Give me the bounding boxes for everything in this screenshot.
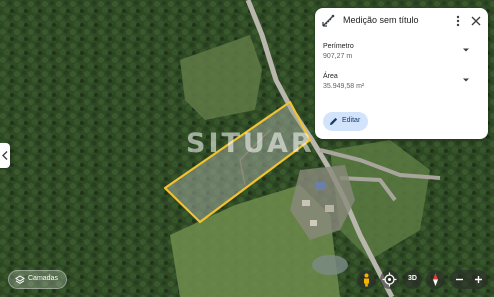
zoom-in-icon[interactable] (473, 274, 484, 285)
chevron-left-icon (2, 151, 8, 160)
edit-button[interactable]: Editar (323, 112, 368, 131)
layers-button[interactable]: Camadas (8, 270, 67, 289)
zoom-controls (450, 270, 488, 289)
panel-header: Medição sem título (315, 8, 488, 34)
edit-label: Editar (342, 117, 361, 124)
more-options-icon[interactable] (453, 13, 463, 29)
view-3d-label: 3D (408, 275, 417, 282)
close-icon[interactable] (469, 14, 483, 28)
expand-perimeter-icon[interactable] (462, 46, 470, 54)
compass-icon (433, 273, 438, 286)
zoom-out-icon[interactable] (454, 274, 465, 285)
recenter-icon (382, 272, 397, 287)
perimeter-label: Perímetro (323, 43, 354, 50)
measurement-panel: Medição sem título Perímetro 907,27 m Ár… (315, 8, 488, 139)
building (310, 220, 317, 226)
perimeter-value: 907,27 m (323, 53, 353, 60)
measure-ruler-icon (322, 14, 335, 27)
expand-area-icon[interactable] (462, 76, 470, 84)
pencil-icon (330, 117, 338, 125)
area-label: Área (323, 73, 338, 80)
recenter-button[interactable] (380, 270, 399, 289)
layers-icon (15, 275, 25, 284)
pond (312, 255, 348, 275)
street-view-button[interactable] (357, 270, 376, 289)
area-value: 35.949,58 m² (323, 83, 365, 90)
building (302, 200, 310, 206)
watermark-text: SITUAR (186, 128, 315, 159)
panel-title: Medição sem título (343, 15, 419, 25)
building (315, 182, 325, 190)
pegman-icon (364, 273, 369, 287)
compass-button[interactable] (426, 270, 445, 289)
layers-label: Camadas (28, 275, 58, 282)
view-3d-button[interactable]: 3D (403, 270, 422, 289)
collapse-panel-button[interactable] (0, 143, 10, 168)
building (325, 205, 334, 212)
